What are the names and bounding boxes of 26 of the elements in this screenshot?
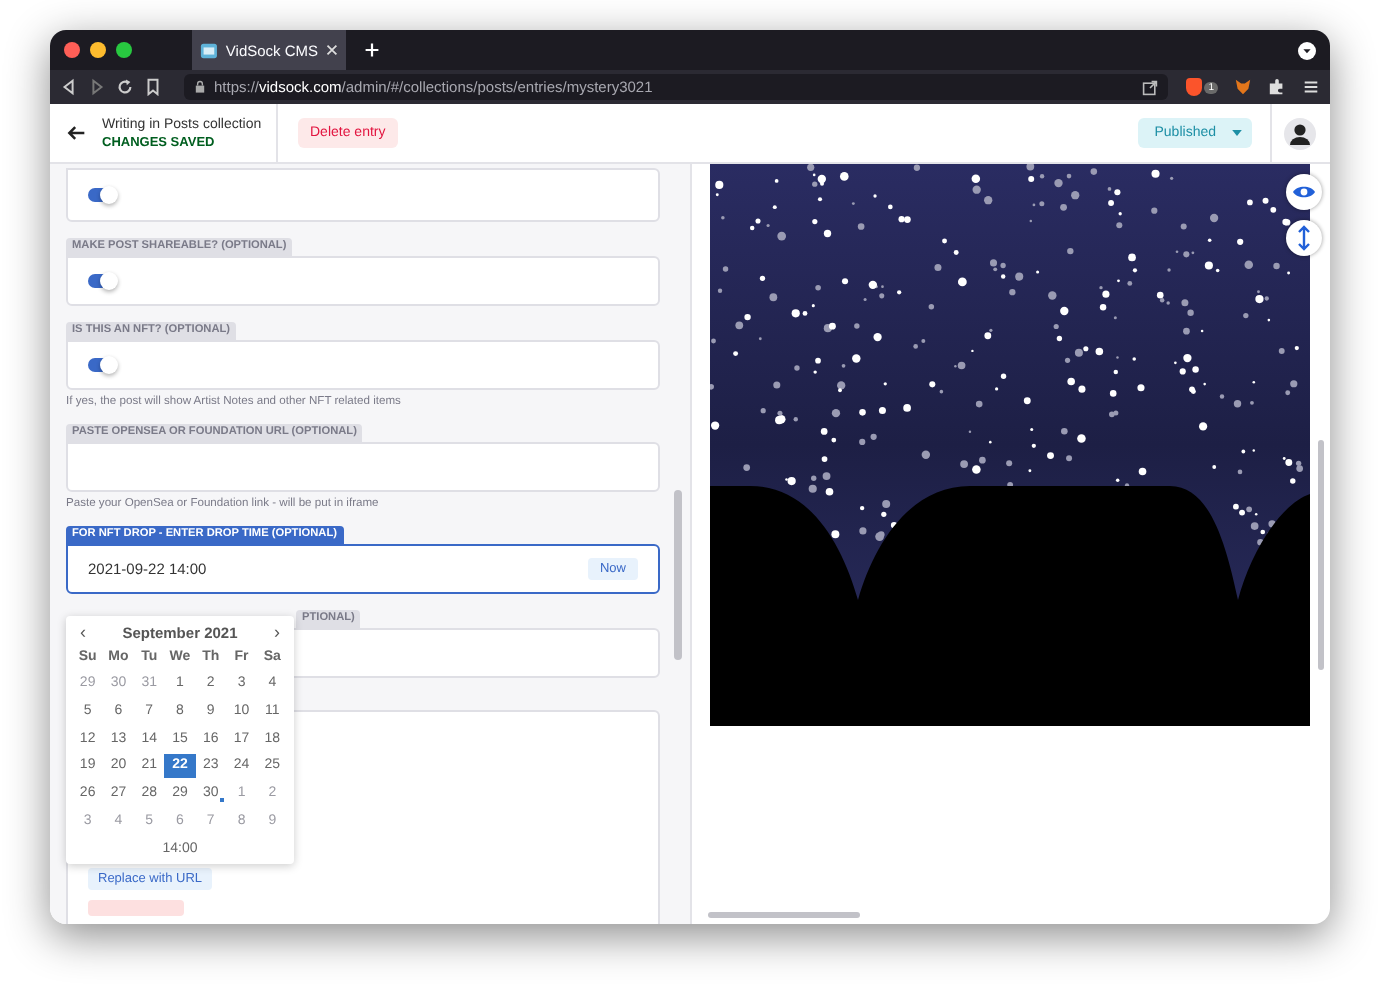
shield-icon[interactable] <box>1186 78 1203 96</box>
forward-icon[interactable] <box>88 78 106 96</box>
back-icon[interactable] <box>60 78 78 96</box>
maximize-window-button[interactable] <box>116 42 132 58</box>
next-month-button[interactable]: › <box>273 622 280 642</box>
back-arrow-icon[interactable] <box>66 124 86 142</box>
bookmark-icon[interactable] <box>144 78 162 96</box>
minimize-window-button[interactable] <box>90 42 106 58</box>
user-avatar-icon[interactable] <box>1284 117 1316 149</box>
toggle-switch[interactable] <box>88 188 114 202</box>
toggle-switch[interactable] <box>88 358 114 372</box>
new-tab-icon[interactable] <box>364 42 380 58</box>
fox-icon[interactable] <box>1234 78 1252 96</box>
reload-icon[interactable] <box>116 78 134 96</box>
share-icon[interactable] <box>1142 79 1159 95</box>
text-input-field[interactable] <box>66 442 660 492</box>
puzzle-icon[interactable] <box>1268 78 1286 96</box>
caret-icon[interactable] <box>1232 130 1242 136</box>
image-icon <box>200 41 218 59</box>
lock-icon <box>194 80 206 94</box>
menu-icon[interactable] <box>1302 78 1320 96</box>
close-window-button[interactable] <box>64 42 80 58</box>
previous-month-button[interactable]: ‹ <box>80 622 86 642</box>
dropdown-icon[interactable] <box>1298 41 1316 59</box>
close-icon[interactable] <box>326 44 338 56</box>
toggle-switch[interactable] <box>88 274 114 288</box>
